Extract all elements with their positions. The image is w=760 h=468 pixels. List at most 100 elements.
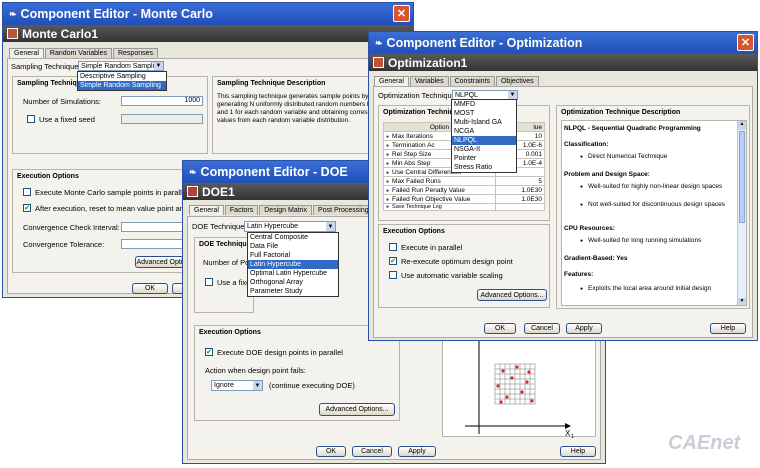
ok-button[interactable]: OK [316,446,346,457]
dropdown-option-selected[interactable]: Latin Hypercube [248,260,338,269]
row-name: Rel Step Size [392,150,432,158]
row-name: Failed Run Penalty Value [392,186,465,194]
chevron-down-icon[interactable]: ▼ [326,222,335,231]
doe-technique-select[interactable]: Latin Hypercube ▼ [244,221,336,232]
dropdown-option[interactable]: Optimal Latin Hypercube [248,269,338,278]
bullet-icon: ● [386,187,390,194]
action-note: (continue executing DOE) [269,381,355,390]
apply-button[interactable]: Apply [566,323,602,334]
optimization-dropdown-list[interactable]: MMFD MOST Multi-Island GA NCGA NLPQL NSG… [451,99,517,173]
feature-item: Exploits the local area around initial d… [580,285,734,293]
fixed-seed-checkbox[interactable] [27,115,35,123]
optimization-titlebar[interactable]: ❧ Component Editor - Optimization ✕ [369,32,757,54]
parallel-checkbox[interactable] [389,243,397,251]
parallel-checkbox[interactable] [23,188,31,196]
bullet-icon: ● [386,133,390,140]
execution-options-group: Execution Options Execute Monte Carlo sa… [12,169,208,273]
dropdown-option[interactable]: Pointer [452,154,516,163]
chevron-down-icon[interactable]: ▼ [508,91,517,99]
row-value[interactable]: 1.0E30 [495,185,545,195]
dropdown-option[interactable]: NCGA [452,127,516,136]
dropdown-option[interactable]: MOST [452,109,516,118]
tab-responses[interactable]: Responses [112,48,159,58]
dropdown-option[interactable]: NSGA-II [452,145,516,154]
row-value[interactable]: 1.0E30 [495,194,545,204]
gradient-label: Gradient-Based: Yes [564,255,628,262]
dropdown-option-selected[interactable]: Simple Random Sampling [78,81,166,90]
group-title: Sampling Technique [17,80,85,87]
convergence-check-label: Convergence Check Interval: [23,223,120,232]
seed-input[interactable] [121,114,203,124]
doe-technique-dropdown-list[interactable]: Central Composite Data File Full Factori… [247,232,339,297]
dropdown-option[interactable]: Multi-Island GA [452,118,516,127]
table-row[interactable]: ● Max Failed Runs 5 [383,176,545,186]
sampling-dropdown-list[interactable]: Descriptive Sampling Simple Random Sampl… [77,71,167,91]
general-panel: Optimization Technique: NLPQL ▼ Optimiza… [373,86,753,338]
row-value[interactable]: 5 [495,176,545,186]
scroll-up-icon[interactable]: ▲ [738,121,746,130]
row-checkbox-cell[interactable] [495,203,545,211]
monte-carlo-titlebar[interactable]: ❧ Component Editor - Monte Carlo ✕ [3,3,413,25]
num-simulations-input[interactable]: 1000 [121,96,203,106]
dropdown-option-selected[interactable]: NLPQL [452,136,516,145]
tab-general[interactable]: General [9,48,44,58]
scroll-thumb[interactable] [739,131,745,223]
tab-variables[interactable]: Variables [409,76,449,86]
tab-factors[interactable]: Factors [224,205,259,215]
table-row[interactable]: ● Failed Run Penalty Value 1.0E30 [383,185,545,195]
help-button[interactable]: Help [560,446,596,457]
dropdown-option[interactable]: MMFD [452,100,516,109]
dropdown-option[interactable]: Orthogonal Array [248,278,338,287]
dropdown-option[interactable]: Descriptive Sampling [78,72,166,81]
advanced-options-button[interactable]: Advanced Options... [477,289,547,301]
tab-general[interactable]: General [189,205,224,215]
close-icon[interactable]: ✕ [737,34,754,51]
chevron-down-icon[interactable]: ▼ [253,381,262,390]
fixed-seed-checkbox[interactable] [205,278,213,286]
after-exec-checkbox[interactable]: ✔ [23,204,31,212]
problem-item: Well-suited for highly non-linear design… [580,183,734,191]
cancel-button[interactable]: Cancel [352,446,392,457]
dropdown-option[interactable]: Full Factorial [248,251,338,260]
component-header: Optimization1 [369,54,757,71]
tab-general[interactable]: General [374,76,409,86]
execution-options-title: Execution Options [17,173,79,180]
advanced-options-button[interactable]: Advanced Options... [319,403,395,416]
tab-design-matrix[interactable]: Design Matrix [259,205,313,215]
tab-objectives[interactable]: Objectives [495,76,539,86]
apply-button[interactable]: Apply [398,446,436,457]
close-icon[interactable]: ✕ [393,5,410,22]
scrollbar[interactable]: ▲ ▼ [737,121,746,305]
row-name: Termination Ac [392,141,435,149]
execution-options-title: Execution Options [199,329,261,336]
ok-button[interactable]: OK [132,283,168,294]
help-button[interactable]: Help [710,323,746,334]
dropdown-option[interactable]: Central Composite [248,233,338,242]
chevron-down-icon[interactable]: ▼ [154,62,163,70]
tab-random-variables[interactable]: Random Variables [44,48,112,58]
re-execute-checkbox[interactable]: ✔ [389,257,397,265]
tab-constraints[interactable]: Constraints [449,76,495,86]
sampling-technique-select[interactable]: Simple Random Sampling ▼ [78,61,164,71]
dropdown-option[interactable]: Stress Ratio [452,163,516,172]
table-row[interactable]: ● Save Technique Log [383,203,545,211]
action-fail-select[interactable]: Ignore ▼ [211,380,263,391]
auto-scale-checkbox[interactable] [389,271,397,279]
optimization-selected-value: NLPQL [455,91,478,99]
ok-button[interactable]: OK [484,323,516,334]
parallel-checkbox[interactable]: ✔ [205,348,213,356]
tab-post-processing[interactable]: Post Processing [313,205,374,215]
cpu-label: CPU Resources: [564,225,615,232]
cancel-button[interactable]: Cancel [524,323,560,334]
component-name: Optimization1 [388,55,468,70]
table-row[interactable]: ● Failed Run Objective Value 1.0E30 [383,194,545,204]
description-scroll-area[interactable]: NLPQL - Sequential Quadratic Programming… [561,120,747,306]
tab-bar: General Factors Design Matrix Post Proce… [189,205,374,215]
dropdown-option[interactable]: Data File [248,242,338,251]
num-simulations-label: Number of Simulations: [23,97,101,106]
scroll-down-icon[interactable]: ▼ [738,298,746,305]
component-header: Monte Carlo1 [3,25,413,42]
optimization-description-group: Optimization Technique Description NLPQL… [556,105,750,309]
doe-selected-value: Latin Hypercube [247,223,298,230]
dropdown-option[interactable]: Parameter Study [248,287,338,296]
